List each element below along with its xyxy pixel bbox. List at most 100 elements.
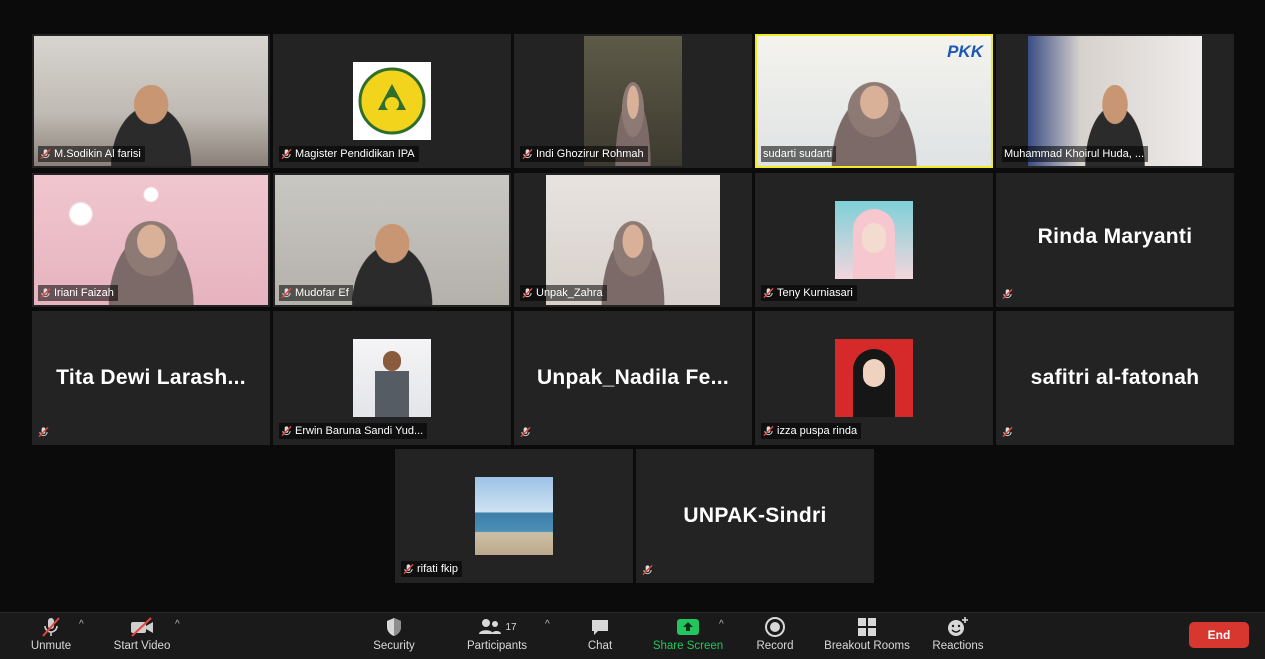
university-logo bbox=[353, 62, 431, 140]
profile-picture bbox=[353, 339, 431, 417]
microphone-muted-icon bbox=[1002, 426, 1013, 438]
video-options-caret[interactable]: ^ bbox=[175, 619, 180, 630]
microphone-muted-icon bbox=[38, 426, 49, 438]
participant-display-name: Unpak_Nadila Fe... bbox=[536, 366, 730, 389]
participant-tile[interactable]: Muhammad Khoirul Huda, ... bbox=[996, 34, 1234, 168]
microphone-muted-icon bbox=[403, 563, 414, 575]
video-gallery: M.Sodikin Al farisi Magister Pendidikan … bbox=[0, 0, 1265, 612]
record-icon bbox=[765, 617, 785, 637]
grid-icon bbox=[858, 618, 876, 636]
microphone-muted-icon bbox=[1002, 288, 1013, 300]
chat-label: Chat bbox=[587, 640, 613, 652]
microphone-muted-icon bbox=[763, 287, 774, 299]
end-meeting-button[interactable]: End bbox=[1189, 622, 1249, 648]
security-label: Security bbox=[373, 640, 415, 652]
chat-button[interactable]: Chat bbox=[582, 615, 618, 657]
participant-tile[interactable]: Indi Ghozirur Rohmah bbox=[514, 34, 752, 168]
participants-count: 17 bbox=[505, 621, 517, 633]
participant-tile[interactable]: Erwin Baruna Sandi Yud... bbox=[273, 311, 511, 445]
participant-name-tag: M.Sodikin Al farisi bbox=[38, 146, 145, 162]
shield-icon bbox=[387, 618, 401, 636]
microphone-muted-icon bbox=[522, 287, 533, 299]
meeting-toolbar: Unmute ^ Start Video ^ Security 17 Parti… bbox=[0, 612, 1265, 659]
participant-display-name: Tita Dewi Larash... bbox=[56, 366, 246, 389]
video-off-icon bbox=[131, 617, 153, 637]
participant-tile[interactable]: Rinda Maryanti bbox=[996, 173, 1234, 307]
participant-name-tag: Indi Ghozirur Rohmah bbox=[520, 146, 648, 162]
participant-tile[interactable]: safitri al-fatonah bbox=[996, 311, 1234, 445]
microphone-muted-icon bbox=[40, 287, 51, 299]
participant-name: Iriani Faizah bbox=[54, 287, 114, 299]
participant-tile[interactable]: rifati fkip bbox=[395, 449, 633, 583]
profile-picture bbox=[475, 477, 553, 555]
participant-name: Unpak_Zahra bbox=[536, 287, 603, 299]
share-up-arrow-icon bbox=[677, 619, 699, 635]
participant-name-tag: rifati fkip bbox=[401, 561, 462, 577]
participant-tile[interactable]: Tita Dewi Larash... bbox=[32, 311, 270, 445]
participant-tile[interactable]: M.Sodikin Al farisi bbox=[32, 34, 270, 168]
participant-tile[interactable]: izza puspa rinda bbox=[755, 311, 993, 445]
participant-tile[interactable]: Magister Pendidikan IPA bbox=[273, 34, 511, 168]
participant-name: Mudofar Ef bbox=[295, 287, 349, 299]
unmute-button[interactable]: Unmute bbox=[22, 615, 80, 657]
participant-name: izza puspa rinda bbox=[777, 425, 858, 437]
microphone-muted-icon bbox=[281, 148, 292, 160]
participant-name-tag: Magister Pendidikan IPA bbox=[279, 146, 419, 162]
participant-name-tag: Iriani Faizah bbox=[38, 285, 118, 301]
virtual-background-banner: PKK bbox=[947, 42, 983, 61]
microphone-muted-icon bbox=[42, 617, 60, 637]
participant-name: Teny Kurniasari bbox=[777, 287, 853, 299]
start-video-button[interactable]: Start Video bbox=[108, 615, 176, 657]
profile-picture bbox=[835, 201, 913, 279]
audio-options-caret[interactable]: ^ bbox=[79, 619, 84, 630]
participant-display-name: UNPAK-Sindri bbox=[683, 504, 827, 527]
unmute-label: Unmute bbox=[30, 640, 72, 652]
participant-name-tag: izza puspa rinda bbox=[761, 423, 862, 439]
microphone-muted-icon bbox=[763, 425, 774, 437]
participants-label: Participants bbox=[466, 640, 528, 652]
reactions-button[interactable]: Reactions bbox=[929, 615, 987, 657]
share-options-caret[interactable]: ^ bbox=[719, 619, 724, 630]
participant-name: Magister Pendidikan IPA bbox=[295, 148, 415, 160]
participant-tile[interactable]: Teny Kurniasari bbox=[755, 173, 993, 307]
security-button[interactable]: Security bbox=[368, 615, 420, 657]
microphone-muted-icon bbox=[522, 148, 533, 160]
microphone-muted-icon bbox=[520, 426, 531, 438]
participant-name-tag: sudarti sudarti bbox=[761, 146, 837, 162]
share-screen-label: Share Screen bbox=[652, 640, 724, 652]
people-icon bbox=[479, 619, 502, 634]
participant-display-name: Rinda Maryanti bbox=[1037, 225, 1193, 249]
profile-picture bbox=[835, 339, 913, 417]
participant-tile-active-speaker[interactable]: PKK sudarti sudarti bbox=[755, 34, 993, 168]
participant-tile[interactable]: UNPAK-Sindri bbox=[636, 449, 874, 583]
chat-bubble-icon bbox=[592, 620, 608, 635]
participant-tile[interactable]: Iriani Faizah bbox=[32, 173, 270, 307]
breakout-rooms-button[interactable]: Breakout Rooms bbox=[820, 615, 914, 657]
participant-name: sudarti sudarti bbox=[763, 148, 833, 160]
participant-name-tag: Erwin Baruna Sandi Yud... bbox=[279, 423, 428, 439]
microphone-muted-icon bbox=[281, 287, 292, 299]
record-button[interactable]: Record bbox=[752, 615, 798, 657]
participant-tile[interactable]: Mudofar Ef bbox=[273, 173, 511, 307]
share-screen-button[interactable]: Share Screen bbox=[648, 615, 728, 657]
participant-display-name: safitri al-fatonah bbox=[1030, 366, 1200, 389]
participants-button[interactable]: 17 Participants bbox=[462, 615, 532, 657]
participant-name-tag: Mudofar Ef bbox=[279, 285, 353, 301]
microphone-muted-icon bbox=[281, 425, 292, 437]
start-video-label: Start Video bbox=[113, 640, 171, 652]
participant-name-tag: Unpak_Zahra bbox=[520, 285, 607, 301]
participant-name: rifati fkip bbox=[417, 563, 458, 575]
participant-name: Indi Ghozirur Rohmah bbox=[536, 148, 644, 160]
participant-tile[interactable]: Unpak_Zahra bbox=[514, 173, 752, 307]
reactions-label: Reactions bbox=[932, 640, 984, 652]
participant-tile[interactable]: Unpak_Nadila Fe... bbox=[514, 311, 752, 445]
participants-options-caret[interactable]: ^ bbox=[545, 619, 550, 630]
participant-name: Muhammad Khoirul Huda, ... bbox=[1004, 148, 1145, 160]
participant-name: Erwin Baruna Sandi Yud... bbox=[295, 425, 424, 437]
breakout-rooms-label: Breakout Rooms bbox=[824, 640, 910, 652]
record-label: Record bbox=[756, 640, 794, 652]
microphone-muted-icon bbox=[40, 148, 51, 160]
smiley-plus-icon bbox=[948, 617, 968, 636]
participant-name: M.Sodikin Al farisi bbox=[54, 148, 141, 160]
microphone-muted-icon bbox=[642, 564, 653, 576]
